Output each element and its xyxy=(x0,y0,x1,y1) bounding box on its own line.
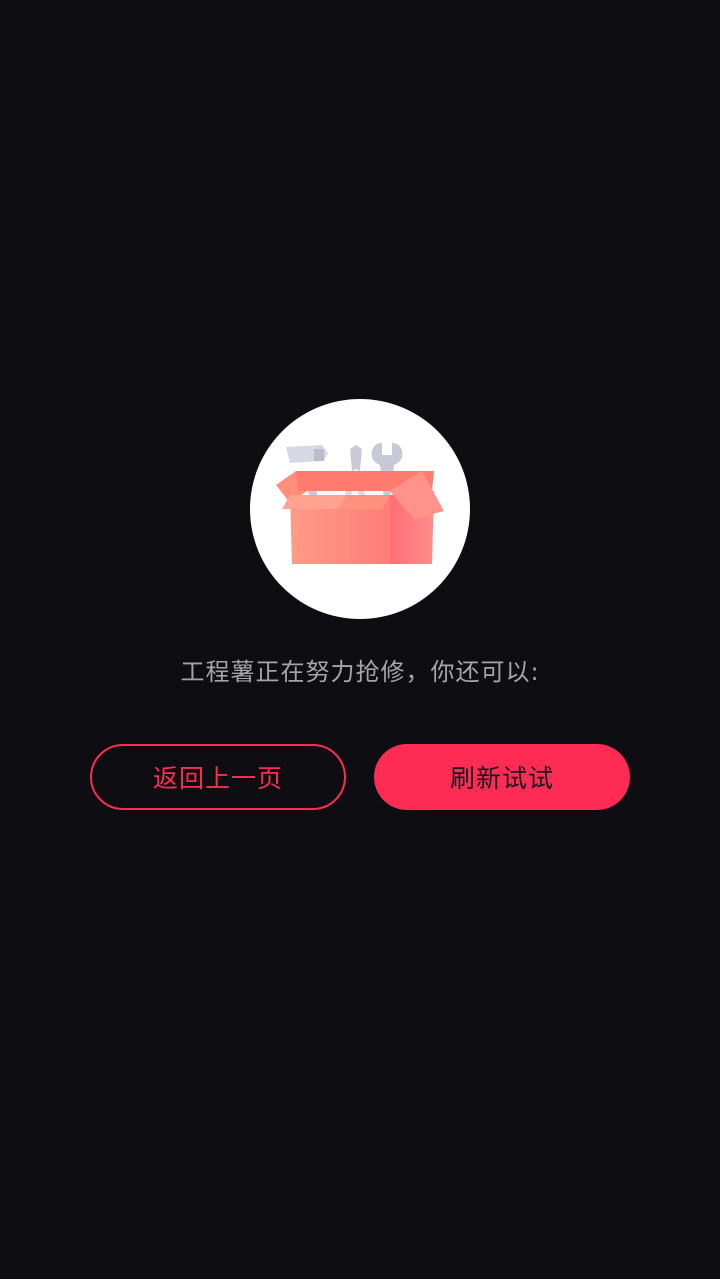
toolbox-illustration xyxy=(250,399,470,619)
toolbox-icon xyxy=(276,443,444,564)
error-page: 工程薯正在努力抢修，你还可以: 返回上一页 刷新试试 xyxy=(0,0,720,1279)
back-button[interactable]: 返回上一页 xyxy=(90,744,346,810)
refresh-button-label: 刷新试试 xyxy=(449,764,554,793)
refresh-button[interactable]: 刷新试试 xyxy=(374,744,630,810)
box-icon xyxy=(276,471,444,564)
repair-message: 工程薯正在努力抢修，你还可以: xyxy=(180,658,540,686)
back-button-label: 返回上一页 xyxy=(152,764,283,793)
